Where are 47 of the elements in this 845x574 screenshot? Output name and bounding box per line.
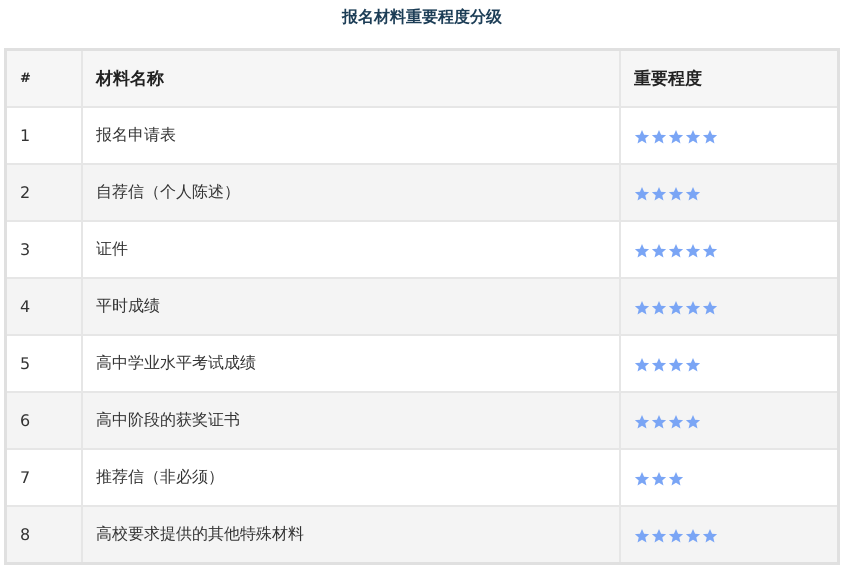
star-icon: [685, 414, 701, 430]
star-icon: [685, 356, 701, 373]
star-icon: [685, 128, 701, 145]
star-icon: [668, 300, 684, 316]
star-icon: [651, 242, 667, 259]
star-icon: [668, 356, 684, 373]
star-icon: [668, 186, 684, 202]
table-cell: 6: [6, 392, 82, 449]
star-icon: [702, 528, 718, 544]
table-cell: 自荐信（个人陈述）: [82, 164, 620, 221]
star-icon: [651, 186, 667, 202]
star-icon: [634, 414, 650, 430]
table-cell: 2: [6, 164, 82, 221]
column-header: 重要程度: [620, 50, 838, 107]
star-icon: [634, 356, 650, 373]
star-icon: [651, 470, 667, 487]
table-cell: 平时成绩: [82, 278, 620, 335]
star-icon: [685, 242, 701, 259]
star-icon: [702, 128, 718, 145]
star-icon: [668, 414, 684, 430]
star-icon: [668, 242, 684, 259]
star-icon: [634, 186, 650, 202]
star-icon: [668, 528, 684, 544]
table-cell: 4: [6, 278, 82, 335]
star-icon: [685, 186, 701, 202]
star-icon: [702, 300, 718, 316]
star-icon: [634, 128, 650, 145]
table-cell: 高中阶段的获奖证书: [82, 392, 620, 449]
column-header: #: [6, 50, 82, 107]
table-title: 报名材料重要程度分级: [340, 6, 503, 28]
star-icon: [651, 300, 667, 316]
star-icon: [685, 528, 701, 544]
star-icon: [685, 300, 701, 316]
star-icon: [634, 470, 650, 487]
table-cell: 高校要求提供的其他特殊材料: [82, 506, 620, 564]
table-cell: 8: [6, 506, 82, 564]
star-icon: [634, 242, 650, 259]
star-icon: [668, 128, 684, 145]
star-icon: [651, 128, 667, 145]
star-icon: [668, 470, 684, 487]
star-icon: [702, 242, 718, 259]
column-header: 材料名称: [82, 50, 620, 107]
star-icon: [634, 300, 650, 316]
star-icon: [651, 356, 667, 373]
star-icon: [651, 528, 667, 544]
star-icon: [634, 528, 650, 544]
star-icon: [651, 414, 667, 430]
